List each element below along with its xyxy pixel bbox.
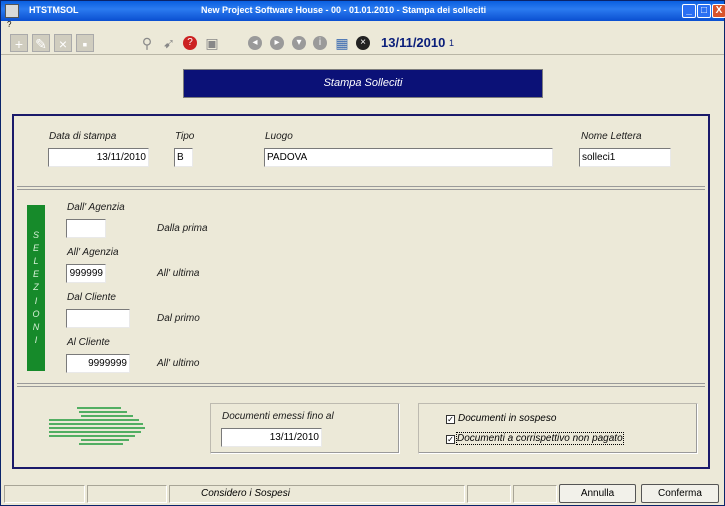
- info-icon[interactable]: i: [313, 36, 327, 50]
- window-title: New Project Software House - 00 - 01.01.…: [201, 5, 487, 15]
- sospeso-checkbox[interactable]: ✓: [446, 415, 455, 424]
- maximize-button[interactable]: □: [697, 4, 711, 18]
- status-bar: Considero i Sospesi Annulla Conferma: [1, 483, 724, 505]
- calculator-icon[interactable]: ▦: [333, 34, 351, 52]
- add-icon[interactable]: +: [10, 34, 28, 52]
- conferma-button[interactable]: Conferma: [641, 484, 719, 503]
- sospeso-label: Documenti in sospeso: [458, 413, 557, 424]
- status-cell: [4, 485, 85, 503]
- dall-agenzia-hint: Dalla prima: [157, 223, 208, 234]
- status-cell: [513, 485, 557, 503]
- data-stampa-input[interactable]: 13/11/2010: [48, 148, 149, 167]
- nome-lettera-input[interactable]: solleci1: [579, 148, 671, 167]
- al-cliente-input[interactable]: 9999999: [66, 354, 130, 373]
- selezioni-letter: Z: [33, 282, 39, 293]
- status-text: Considero i Sospesi: [201, 488, 290, 499]
- toolbar-counter: 1: [449, 38, 455, 48]
- edit-icon[interactable]: ✎: [32, 34, 50, 52]
- help-icon[interactable]: ?: [183, 36, 197, 50]
- toolbar-date: 13/11/2010: [381, 35, 446, 50]
- delete-icon[interactable]: ×: [54, 34, 72, 52]
- app-icon: [5, 4, 19, 18]
- all-agenzia-input[interactable]: 999999: [66, 264, 106, 283]
- save-record-icon[interactable]: ▪: [76, 34, 94, 52]
- cancel-icon[interactable]: ×: [356, 36, 370, 50]
- selezioni-letter: E: [32, 242, 39, 253]
- documenti-options-group: ✓ Documenti in sospeso ✓ Documenti a cor…: [418, 403, 698, 454]
- al-cliente-hint: All' ultimo: [157, 358, 200, 369]
- minimize-button[interactable]: _: [682, 4, 696, 18]
- corrispettivo-label: Documenti a corrispettivo non pagato: [456, 432, 624, 445]
- application-window: HTSTMSOL New Project Software House - 00…: [0, 0, 725, 506]
- selezioni-letter: E: [32, 269, 39, 280]
- nome-lettera-label: Nome Lettera: [581, 131, 642, 142]
- arrow-right-icon: [49, 407, 145, 445]
- toolbar: + ✎ × ▪ ⚲ ➹ ? ▣ ◂ ▸ ▾ i ▦ × 13/11/2010 1: [1, 31, 724, 55]
- selezioni-letter: O: [32, 308, 40, 319]
- main-frame: Data di stampa 13/11/2010 Tipo B Luogo P…: [12, 114, 710, 469]
- app-name: HTSTMSOL: [29, 5, 79, 15]
- next-record-icon[interactable]: ▸: [270, 36, 284, 50]
- selezioni-bar: S E L E Z I O N I: [27, 205, 45, 371]
- dal-cliente-hint: Dal primo: [157, 313, 200, 324]
- page-title: Stampa Solleciti: [183, 69, 543, 98]
- dal-cliente-input[interactable]: [66, 309, 130, 328]
- al-cliente-label: Al Cliente: [67, 337, 110, 348]
- dal-cliente-label: Dal Cliente: [67, 292, 116, 303]
- selezioni-letter: N: [32, 322, 40, 332]
- tipo-label: Tipo: [175, 131, 195, 142]
- selezioni-letter: I: [34, 335, 38, 346]
- title-bar: HTSTMSOL New Project Software House - 00…: [1, 1, 725, 21]
- documenti-emessi-label: Documenti emessi fino al: [222, 411, 334, 422]
- menu-help[interactable]: ?: [7, 20, 11, 29]
- separator-top: [17, 186, 705, 190]
- first-record-icon[interactable]: ◂: [248, 36, 262, 50]
- down-record-icon[interactable]: ▾: [292, 36, 306, 50]
- documenti-emessi-group: Documenti emessi fino al 13/11/2010: [210, 403, 400, 454]
- status-cell: [87, 485, 167, 503]
- selezioni-letter: I: [34, 295, 38, 306]
- annulla-button[interactable]: Annulla: [559, 484, 636, 503]
- luogo-input[interactable]: PADOVA: [264, 148, 553, 167]
- all-agenzia-label: All' Agenzia: [67, 247, 119, 258]
- status-cell: [467, 485, 511, 503]
- close-button[interactable]: X: [712, 4, 725, 18]
- menu-bar: ?: [1, 20, 724, 31]
- search-icon[interactable]: ⚲: [138, 34, 156, 52]
- tipo-input[interactable]: B: [174, 148, 193, 167]
- luogo-label: Luogo: [265, 131, 293, 142]
- data-stampa-label: Data di stampa: [49, 131, 117, 142]
- documenti-emessi-input[interactable]: 13/11/2010: [221, 428, 322, 447]
- selezioni-letter: S: [32, 229, 39, 240]
- dall-agenzia-input[interactable]: [66, 219, 106, 238]
- dall-agenzia-label: Dall' Agenzia: [67, 202, 125, 213]
- all-agenzia-hint: All' ultima: [157, 268, 200, 279]
- separator-bottom: [17, 383, 705, 387]
- selezioni-letter: L: [33, 255, 39, 266]
- tools-icon[interactable]: ➹: [160, 34, 178, 52]
- corrispettivo-checkbox[interactable]: ✓: [446, 435, 455, 444]
- disk-icon[interactable]: ▣: [203, 34, 221, 52]
